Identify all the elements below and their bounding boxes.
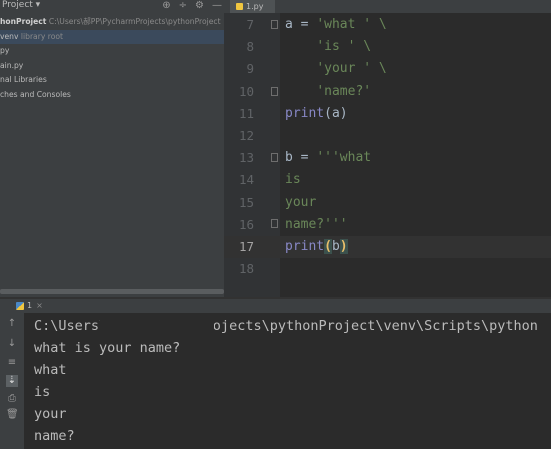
tree-item-project-root[interactable]: honProject C:\Users\郝PP\PycharmProjects\… [0,15,224,30]
editor-tabbar: 1.py [224,0,551,15]
line-number: 11 [238,105,254,121]
project-toolbar: Project ▾ ⊕ ÷ ⚙ — [0,0,224,13]
line-number: 9 [246,61,254,77]
collapse-icon[interactable]: ÷ [179,0,187,11]
code-token: 'what ' \ [316,17,387,32]
code-token: b = [285,150,317,166]
close-icon[interactable]: × [36,301,43,310]
code-token: '''what [316,150,372,166]
console-line: your [34,406,67,422]
scroll-up-icon[interactable]: ↑ [6,318,18,330]
code-token: name?''' [285,216,348,232]
console-line: what [34,362,67,378]
line-number: 16 [238,216,254,232]
code-token: your [285,194,317,210]
project-tree: honProject C:\Users\郝PP\PycharmProjects\… [0,15,224,102]
code-token: ) [339,239,348,254]
run-toolbar: ↑ ↓ ≡ ⇣ ⎙ 🗑 [0,313,24,449]
run-console[interactable]: C:\Users\ mProjects\pythonProject\venv\S… [24,313,551,449]
horizontal-scrollbar[interactable] [0,289,224,294]
fold-marker-icon[interactable] [271,20,278,29]
code-line: print(b) [285,236,348,258]
caret-row-highlight [224,236,551,258]
tree-item-external-libraries[interactable]: nal Libraries [0,73,224,88]
code-line: is [285,169,301,191]
line-number: 17 [238,239,254,254]
code-token: print [285,239,325,254]
fold-marker-icon[interactable] [271,219,278,228]
console-line: what is your name? [34,340,181,356]
tree-item-venv[interactable]: venv library root [0,29,224,44]
console-line: name? [34,428,75,444]
code-line: 'is ' \ [285,36,371,58]
code-token: b [331,239,340,254]
line-number: 18 [238,261,254,277]
line-number: 15 [238,194,254,210]
tree-item-main-py[interactable]: ain.py [0,59,224,74]
code-token: print [285,105,325,121]
code-line: print(a) [285,103,348,125]
fold-marker-icon[interactable] [271,153,278,162]
scroll-to-end-icon[interactable]: ⇣ [6,375,18,387]
redacted-region [100,316,214,334]
code-token: 'name?' [316,83,372,99]
console-line: is [34,384,51,400]
trash-icon[interactable]: 🗑 [6,409,19,421]
code-line: a = 'what ' \ [285,14,387,36]
code-token: 'is ' \ [316,39,372,55]
code-token: ( [324,239,332,254]
code-line: 'your ' \ [285,58,387,80]
code-line: 'name?' [285,81,371,103]
code-token: is [285,172,301,188]
locate-icon[interactable]: ⊕ [162,0,170,11]
scroll-down-icon[interactable]: ↓ [6,338,18,350]
code-line: name?''' [285,214,348,236]
fold-marker-icon[interactable] [271,87,278,96]
line-number: 12 [238,128,254,143]
gear-icon[interactable]: ⚙ [195,0,204,11]
python-file-icon [236,3,243,10]
code-token: a = [285,17,317,32]
project-panel: Project ▾ ⊕ ÷ ⚙ — honProject C:\Users\郝P… [0,0,224,297]
python-run-icon [16,301,24,310]
line-number: 14 [238,172,254,188]
run-tab-1[interactable]: 1 × [16,300,43,312]
code-token: 'your ' \ [316,61,387,77]
line-number: 7 [246,17,254,32]
line-number: 10 [238,83,254,99]
run-panel-header: 1 × [0,299,551,313]
line-number: 8 [246,39,254,55]
hide-icon[interactable]: — [212,0,222,11]
line-number: 13 [238,150,254,166]
ide-window: Project ▾ ⊕ ÷ ⚙ — honProject C:\Users\郝P… [0,0,551,449]
tree-item-scratches[interactable]: ches and Consoles [0,88,224,103]
project-view-dropdown[interactable]: Project ▾ [2,0,40,10]
code-line: b = '''what [285,147,371,169]
print-icon[interactable]: ⎙ [6,393,18,405]
code-token: (a) [324,105,348,121]
tree-item-file[interactable]: py [0,44,224,59]
soft-wrap-icon[interactable]: ≡ [6,357,18,369]
code-line: your [285,192,316,214]
